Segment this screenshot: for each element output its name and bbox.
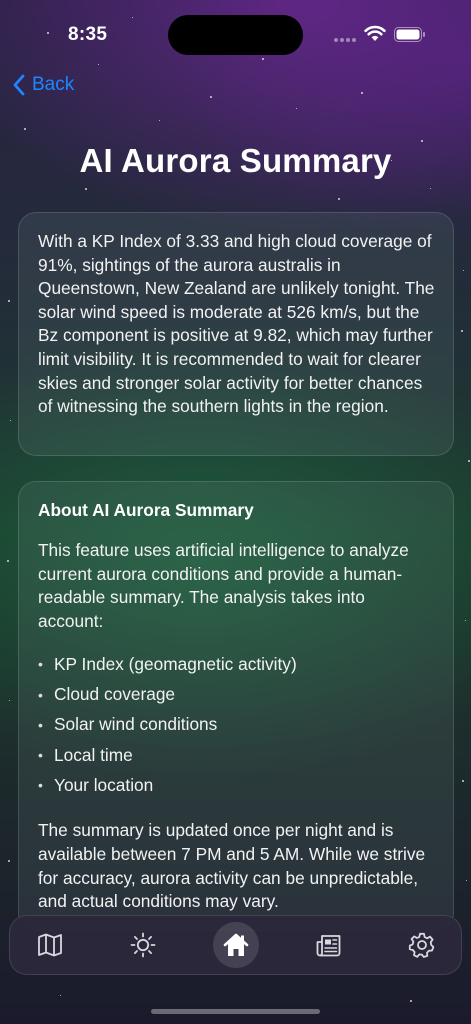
battery-icon [394, 27, 425, 42]
factor-label: Solar wind conditions [54, 714, 218, 735]
back-label: Back [32, 74, 75, 95]
about-card: About AI Aurora Summary This feature use… [18, 481, 454, 931]
factor-label: Cloud coverage [54, 684, 176, 705]
tab-settings[interactable] [399, 922, 445, 968]
cellular-signal-icon [334, 38, 358, 42]
status-bar: 8:35 [0, 0, 471, 70]
tab-sun[interactable] [120, 922, 166, 968]
home-indicator [151, 1009, 320, 1014]
back-button[interactable]: Back [12, 70, 74, 100]
gear-icon [408, 932, 435, 958]
about-intro: This feature uses artificial intelligenc… [38, 540, 409, 631]
bullet-icon: • [38, 686, 43, 703]
list-item: • Cloud coverage [38, 680, 435, 710]
factor-label: Your location [54, 774, 154, 795]
news-icon [316, 935, 341, 957]
summary-text: With a KP Index of 3.33 and high cloud c… [38, 231, 435, 417]
sun-icon [130, 932, 156, 958]
home-icon [223, 933, 249, 956]
about-heading: About AI Aurora Summary [38, 500, 254, 520]
tab-news[interactable] [306, 922, 352, 968]
chevron-left-icon [13, 74, 25, 96]
tab-map[interactable] [27, 922, 73, 968]
wifi-icon [364, 25, 386, 41]
status-time: 8:35 [68, 24, 108, 45]
bullet-icon: • [38, 747, 43, 764]
list-item: • Local time [38, 740, 435, 770]
bullet-icon: • [38, 777, 43, 794]
page-title: AI Aurora Summary [79, 142, 392, 179]
map-icon [38, 933, 62, 957]
list-item: • KP Index (geomagnetic activity) [38, 649, 435, 679]
bullet-icon: • [38, 656, 43, 673]
factor-label: Local time [54, 744, 133, 765]
summary-card: With a KP Index of 3.33 and high cloud c… [18, 212, 454, 456]
about-footer: The summary is updated once per night an… [38, 820, 426, 912]
dynamic-island [168, 15, 303, 55]
tab-home[interactable] [213, 922, 259, 968]
bullet-icon: • [38, 716, 43, 733]
list-item: • Your location [38, 770, 435, 800]
factor-list: • KP Index (geomagnetic activity) • Cloud … [38, 649, 435, 800]
factor-label: KP Index (geomagnetic activity) [54, 653, 297, 674]
tab-bar [9, 915, 462, 975]
list-item: • Solar wind conditions [38, 710, 435, 740]
